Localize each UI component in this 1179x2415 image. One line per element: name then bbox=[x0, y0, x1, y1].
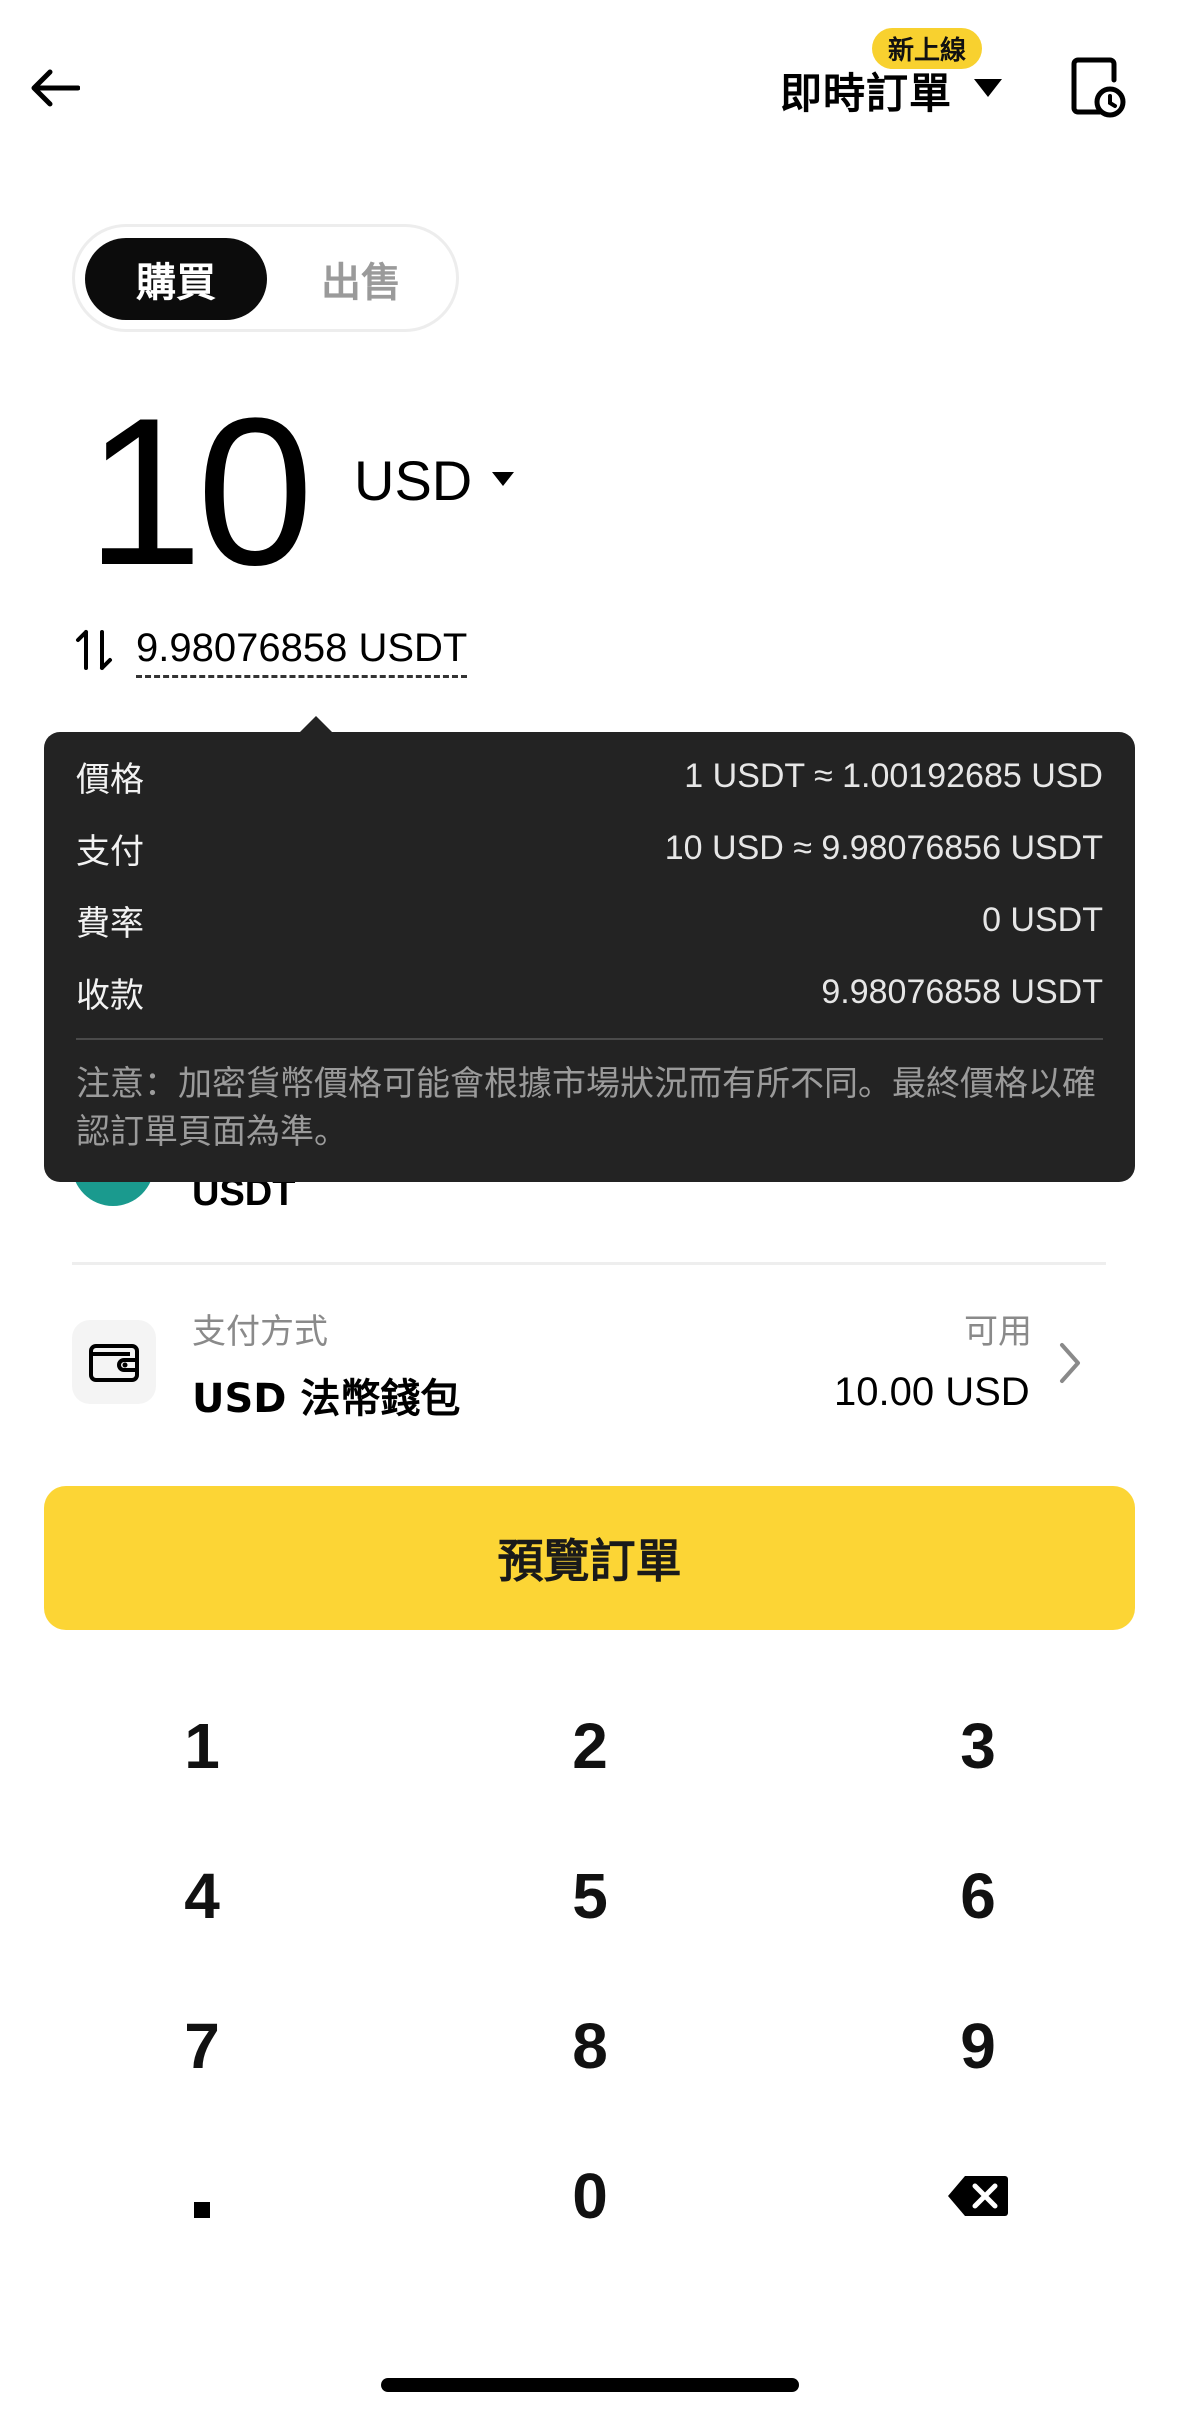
tooltip-value: 0 USDT bbox=[982, 900, 1103, 939]
currency-selector[interactable]: USD bbox=[354, 448, 515, 513]
keypad-key-backspace[interactable] bbox=[878, 2136, 1078, 2256]
tooltip-row-fee: 費率 0 USDT bbox=[76, 892, 1103, 948]
payment-method-caption: 支付方式 bbox=[192, 1312, 328, 1352]
keypad-key-decimal[interactable] bbox=[102, 2136, 302, 2256]
keypad-key[interactable]: 6 bbox=[878, 1836, 1078, 1956]
tooltip-value: 1 USDT ≈ 1.00192685 USD bbox=[684, 756, 1103, 795]
tooltip-value: 10 USD ≈ 9.98076856 USDT bbox=[664, 828, 1103, 867]
keypad-key[interactable]: 9 bbox=[878, 1986, 1078, 2106]
order-history-icon bbox=[1070, 56, 1126, 124]
home-indicator bbox=[381, 2378, 799, 2392]
preview-order-button[interactable]: 預覽訂單 bbox=[44, 1486, 1135, 1630]
backspace-icon bbox=[947, 2159, 1009, 2233]
tooltip-label: 收款 bbox=[76, 976, 144, 1015]
tooltip-label: 費率 bbox=[76, 904, 144, 943]
keypad-key[interactable]: 0 bbox=[490, 2136, 690, 2256]
caret-down-icon bbox=[974, 79, 1003, 101]
keypad-key[interactable]: 8 bbox=[490, 1986, 690, 2106]
tooltip-row-price: 價格 1 USDT ≈ 1.00192685 USD bbox=[76, 748, 1103, 804]
chevron-right-icon[interactable] bbox=[1050, 1338, 1090, 1388]
keypad-key[interactable]: 4 bbox=[102, 1836, 302, 1956]
back-button[interactable] bbox=[22, 58, 86, 122]
tooltip-label: 支付 bbox=[76, 832, 144, 871]
caret-down-icon bbox=[492, 471, 515, 490]
wallet-icon bbox=[72, 1320, 156, 1404]
currency-label: USD bbox=[354, 449, 473, 512]
tooltip-row-receive: 收款 9.98076858 USDT bbox=[76, 964, 1103, 1020]
tab-sell[interactable]: 出售 bbox=[275, 238, 447, 320]
conversion-row[interactable]: 9.98076858 USDT bbox=[74, 626, 468, 678]
available-balance: 10.00 USD bbox=[834, 1370, 1030, 1414]
keypad-key[interactable]: 5 bbox=[490, 1836, 690, 1956]
tooltip-divider bbox=[76, 1038, 1103, 1040]
order-history-button[interactable] bbox=[1066, 54, 1130, 126]
converted-amount: 9.98076858 USDT bbox=[136, 626, 468, 678]
new-badge: 新上線 bbox=[872, 28, 983, 69]
decimal-point-icon bbox=[194, 2159, 210, 2233]
price-breakdown-tooltip: 價格 1 USDT ≈ 1.00192685 USD 支付 10 USD ≈ 9… bbox=[44, 732, 1135, 1182]
keypad-key[interactable]: 2 bbox=[490, 1686, 690, 1806]
tab-buy[interactable]: 購買 bbox=[85, 238, 267, 320]
tooltip-value: 9.98076858 USDT bbox=[821, 972, 1103, 1011]
keypad-key[interactable]: 3 bbox=[878, 1686, 1078, 1806]
divider bbox=[72, 1262, 1106, 1265]
available-caption: 可用 bbox=[964, 1312, 1032, 1352]
amount-display: 10 bbox=[86, 374, 314, 609]
payment-method-name[interactable]: USD 法幣錢包 bbox=[192, 1366, 460, 1424]
tooltip-note: 注意：加密貨幣價格可能會根據市場狀況而有所不同。最終價格以確認訂單頁面為準。 bbox=[76, 1065, 1096, 1151]
tooltip-row-pay: 支付 10 USD ≈ 9.98076856 USDT bbox=[76, 820, 1103, 876]
tooltip-label: 價格 bbox=[76, 760, 144, 799]
keypad-key[interactable]: 1 bbox=[102, 1686, 302, 1806]
swap-icon bbox=[74, 628, 114, 676]
buy-sell-toggle: 購買 出售 bbox=[72, 224, 459, 332]
keypad-key[interactable]: 7 bbox=[102, 1986, 302, 2106]
arrow-left-icon bbox=[28, 68, 81, 112]
